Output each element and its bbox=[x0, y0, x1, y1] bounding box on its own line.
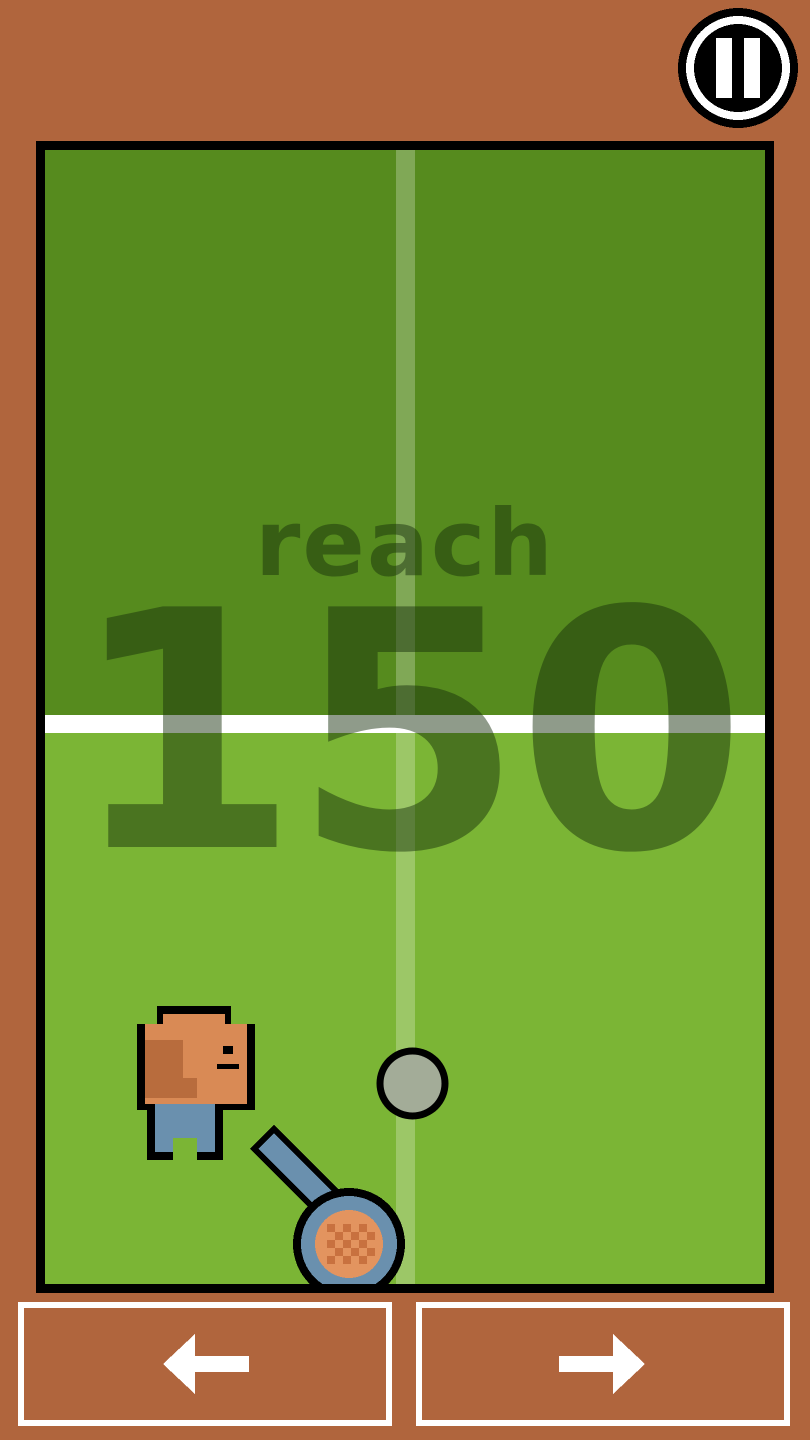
arrow-left-icon bbox=[163, 1334, 249, 1394]
tennis-court: reach 150 bbox=[36, 141, 774, 1293]
arrow-right-icon bbox=[559, 1334, 645, 1394]
pause-button[interactable] bbox=[676, 6, 800, 130]
tennis-racket bbox=[249, 1124, 405, 1284]
pause-icon bbox=[678, 8, 798, 128]
tennis-ball bbox=[376, 1047, 449, 1120]
move-left-button[interactable] bbox=[18, 1302, 392, 1426]
game-screen: reach 150 bbox=[0, 0, 810, 1440]
move-right-button[interactable] bbox=[416, 1302, 790, 1426]
goal-score: 150 bbox=[69, 541, 747, 925]
